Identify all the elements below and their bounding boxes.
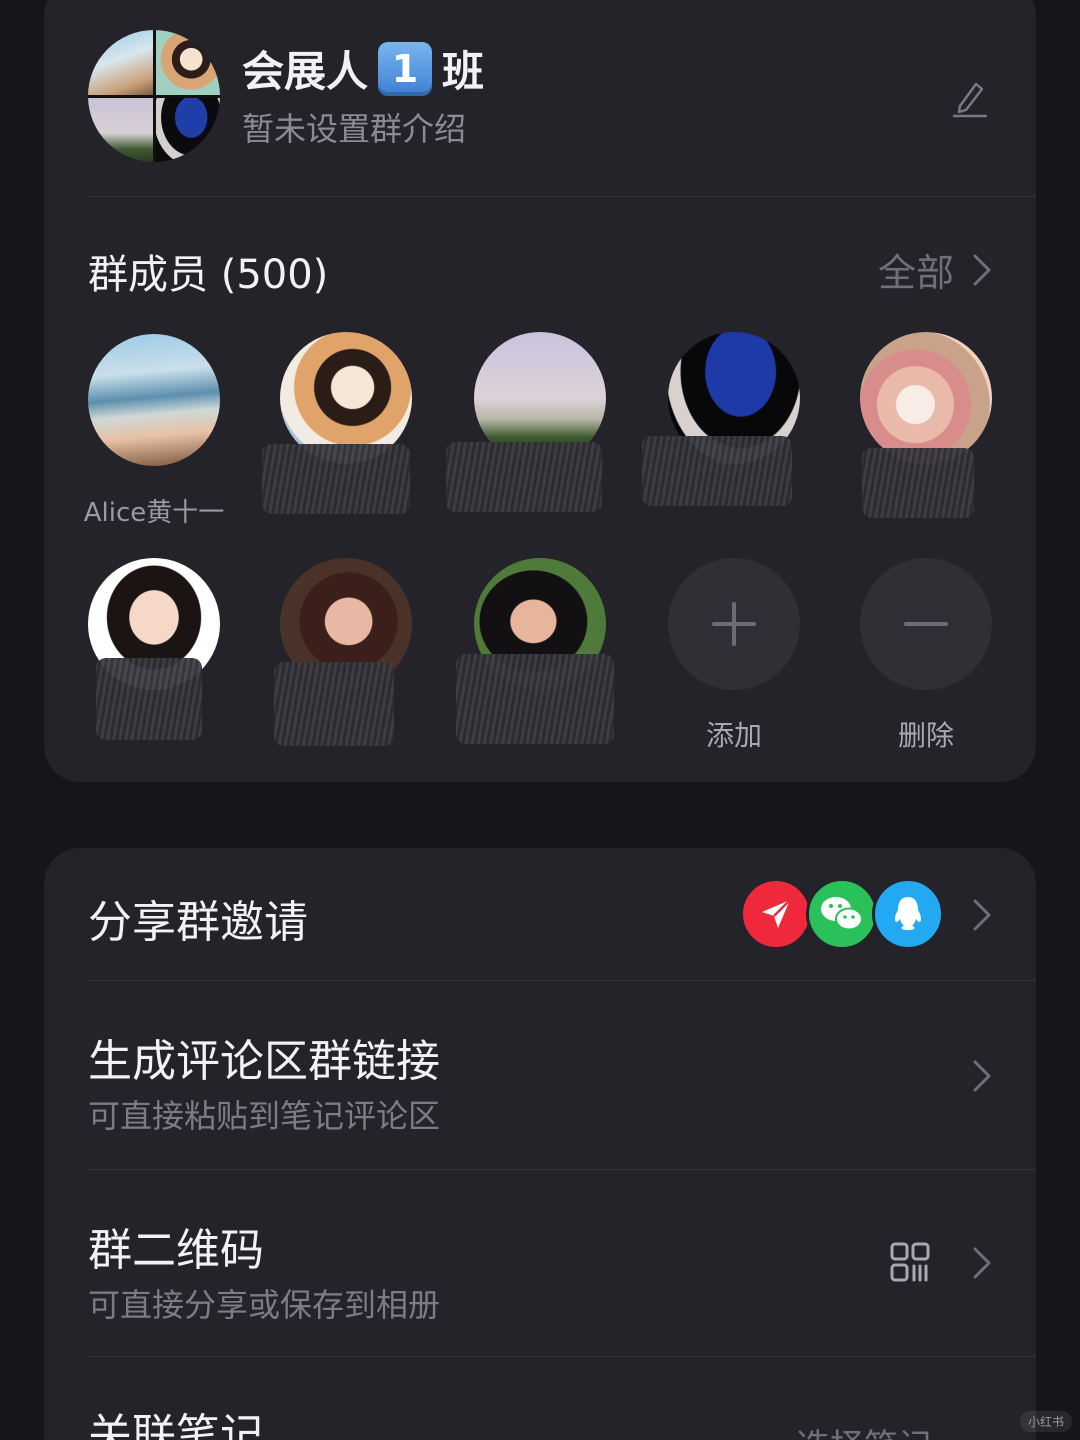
select-notes-label: 选择笔记 — [796, 1419, 932, 1440]
member-item[interactable]: Alice黄十一 — [74, 334, 234, 528]
chevron-right-icon — [973, 1060, 991, 1092]
remove-member-button[interactable]: 删除 — [846, 558, 1006, 754]
member-item[interactable] — [74, 558, 234, 750]
comment-link-title: 生成评论区群链接 — [88, 1036, 440, 1087]
minus-icon — [904, 622, 948, 626]
qr-code-title: 群二维码 — [88, 1225, 264, 1276]
redacted-name — [274, 662, 394, 746]
comment-link-row[interactable]: 生成评论区群链接 可直接粘贴到笔记评论区 — [44, 981, 1036, 1169]
group-description: 暂未设置群介绍 — [242, 110, 467, 148]
avatar-quadrant — [88, 30, 153, 95]
redacted-name — [446, 442, 602, 512]
qq-icon[interactable] — [872, 878, 944, 950]
member-item[interactable] — [262, 332, 426, 524]
member-name: Alice黄十一 — [83, 498, 225, 528]
qr-code-subtitle: 可直接分享或保存到相册 — [88, 1286, 441, 1324]
avatar-quadrant — [155, 97, 220, 162]
group-actions-card: 分享群邀请 生成评论区群链接 可直接粘贴到笔记评论区 群二维码 可直接分享或保存… — [44, 848, 1036, 1440]
view-all-label: 全部 — [877, 251, 954, 295]
edit-pencil-icon[interactable] — [952, 78, 988, 118]
number-one-keycap-icon: 1 — [378, 41, 433, 96]
chevron-right-icon — [973, 1247, 991, 1279]
member-item[interactable] — [446, 332, 620, 524]
chevron-right-icon — [973, 254, 991, 285]
share-invite-title: 分享群邀请 — [88, 897, 308, 948]
members-section-title: 群成员 (500) — [88, 252, 329, 298]
share-invite-row[interactable]: 分享群邀请 — [44, 848, 1036, 980]
member-avatar — [88, 334, 220, 466]
add-label: 添加 — [705, 719, 762, 752]
group-info-card: 会展人 1 班 暂未设置群介绍 群成员 (500) 全部 Alice黄十一 添加… — [44, 0, 1036, 782]
group-name-prefix: 会展人 — [242, 47, 369, 96]
linked-notes-row[interactable]: 关联笔记 选择笔记 — [44, 1357, 1036, 1440]
linked-notes-title: 关联笔记 — [88, 1410, 264, 1440]
wechat-icon[interactable] — [806, 878, 878, 950]
member-item[interactable] — [846, 332, 1006, 524]
member-item[interactable] — [266, 558, 426, 750]
watermark-logo: 小红书 — [1019, 1411, 1072, 1432]
add-circle — [668, 558, 800, 690]
share-icons — [740, 878, 946, 950]
redacted-name — [642, 436, 792, 506]
redacted-name — [456, 654, 614, 744]
group-name-suffix: 班 — [442, 47, 485, 96]
redacted-name — [262, 444, 410, 514]
remove-circle — [860, 558, 992, 690]
group-avatar[interactable] — [88, 30, 220, 162]
send-icon[interactable] — [740, 878, 812, 950]
group-name[interactable]: 会展人 1 班 — [242, 38, 484, 99]
avatar-quadrant — [88, 97, 153, 162]
member-item[interactable] — [456, 558, 620, 750]
remove-label: 删除 — [897, 719, 954, 752]
redacted-name — [862, 448, 974, 518]
member-avatar — [860, 332, 992, 464]
avatar-quadrant — [155, 30, 220, 95]
comment-link-subtitle: 可直接粘贴到笔记评论区 — [88, 1097, 441, 1135]
divider — [88, 196, 1036, 197]
chevron-right-icon — [973, 899, 991, 931]
redacted-name — [96, 658, 202, 740]
member-item[interactable] — [642, 332, 814, 524]
plus-icon — [712, 602, 756, 646]
view-all-members-link[interactable]: 全部 — [878, 242, 992, 297]
add-member-button[interactable]: 添加 — [654, 558, 814, 754]
qr-code-icon — [890, 1242, 930, 1282]
qr-code-row[interactable]: 群二维码 可直接分享或保存到相册 — [44, 1170, 1036, 1356]
